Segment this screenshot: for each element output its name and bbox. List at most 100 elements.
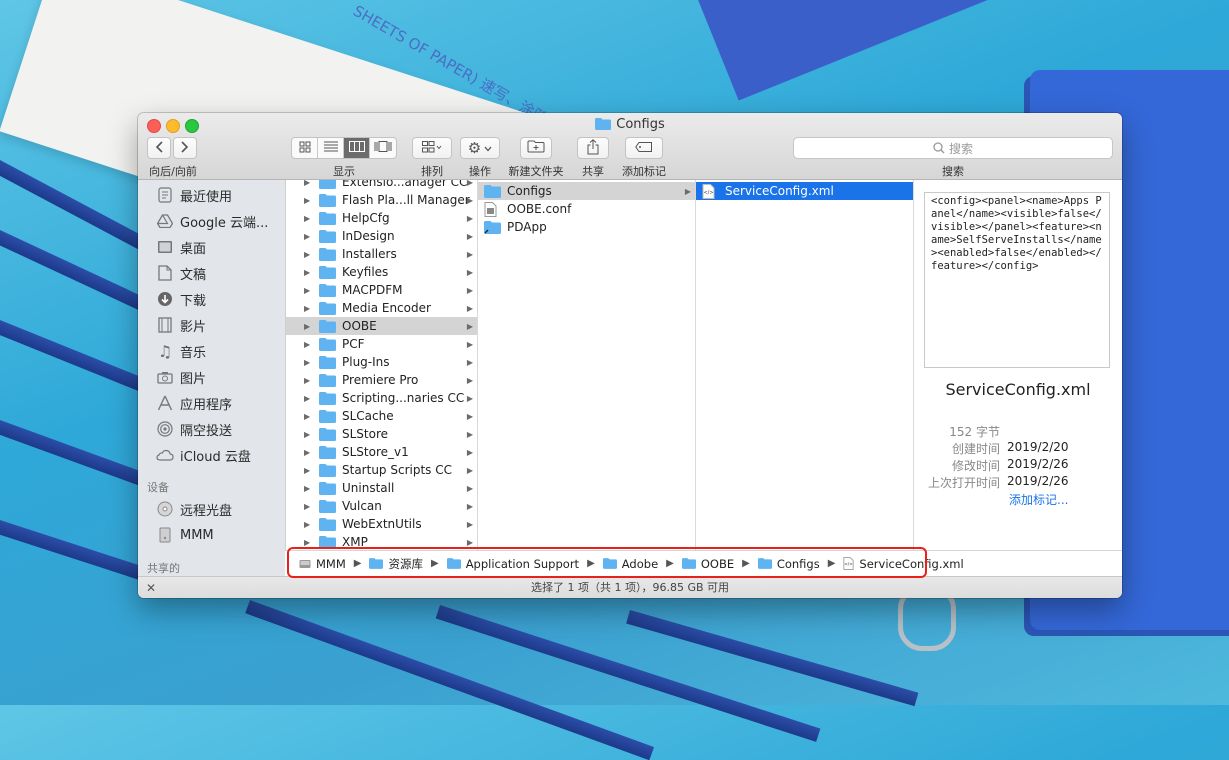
expand-arrow-icon: ▶ [304, 483, 311, 493]
list-item-label: Vulcan [342, 499, 382, 513]
desktop-icon [156, 238, 174, 256]
list-view-button[interactable] [318, 138, 344, 158]
list-item-selected[interactable]: ▶ OOBE ▶ [286, 317, 477, 335]
created-label: 创建时间 [951, 442, 1000, 456]
last-opened-label: 上次打开时间 [927, 476, 1000, 490]
list-item-label: Startup Scripts CC [342, 463, 452, 477]
list-item-label: Scripting...naries CC [342, 391, 465, 405]
forward-button[interactable] [173, 137, 197, 159]
expand-arrow-icon: ▶ [304, 339, 311, 349]
disclosure-arrow-icon: ▶ [466, 393, 473, 403]
list-item[interactable]: ▶ Extensio...anager CC ▶ [286, 180, 477, 191]
list-item[interactable]: ▶ Startup Scripts CC ▶ [286, 461, 477, 479]
background-pencil [245, 600, 655, 760]
add-tag-link[interactable]: 添加标记... [1009, 491, 1068, 508]
disclosure-arrow-icon: ▶ [466, 231, 473, 241]
disclosure-arrow-icon: ▶ [466, 285, 473, 295]
list-item[interactable]: ▶ PCF ▶ [286, 335, 477, 353]
sidebar-item-desktop[interactable]: 桌面 [156, 236, 206, 258]
gear-icon: ⚙ [467, 138, 482, 157]
list-item[interactable]: ▶ WebExtnUtils ▶ [286, 515, 477, 533]
folder-icon [319, 247, 337, 261]
window-title: Configs [138, 117, 1122, 134]
list-item-selected[interactable]: Configs ▶ [478, 182, 695, 200]
sidebar-item-label: 隔空投送 [180, 423, 233, 439]
list-item[interactable]: ▶ SLStore ▶ [286, 425, 477, 443]
sidebar-item-label: 桌面 [180, 241, 207, 257]
pictures-icon [156, 368, 174, 386]
sidebar-item-airdrop[interactable]: 隔空投送 [156, 418, 232, 440]
list-item[interactable]: ▶ Premiere Pro ▶ [286, 371, 477, 389]
list-item[interactable]: ▶ Media Encoder ▶ [286, 299, 477, 317]
recents-icon [156, 186, 174, 204]
search-input[interactable]: 搜索 [793, 137, 1113, 159]
sidebar-item-google-drive[interactable]: Google 云端... [156, 210, 268, 232]
expand-arrow-icon: ▶ [304, 303, 311, 313]
folder-icon [319, 265, 337, 279]
sidebar-item-pictures[interactable]: 图片 [156, 366, 206, 388]
add-tag-button[interactable] [625, 137, 663, 159]
list-item-label: SLStore [342, 427, 389, 441]
sidebar-item-mmm[interactable]: MMM [156, 524, 214, 546]
alias-folder-icon [484, 220, 502, 234]
back-button[interactable] [147, 137, 171, 159]
list-item[interactable]: ▶ Scripting...naries CC ▶ [286, 389, 477, 407]
music-icon: ♫ [157, 341, 173, 361]
list-item[interactable]: PDApp [478, 218, 695, 236]
folder-icon [319, 355, 337, 369]
expand-arrow-icon: ▶ [304, 537, 311, 547]
list-item[interactable]: ▶ Flash Pla...ll Manager ▶ [286, 191, 477, 209]
expand-arrow-icon: ▶ [304, 465, 311, 475]
icloud-icon [156, 446, 174, 464]
list-item[interactable]: ▶ Keyfiles ▶ [286, 263, 477, 281]
view-label: 显示 [333, 165, 355, 178]
expand-arrow-icon: ▶ [304, 501, 311, 511]
search-icon [933, 142, 945, 154]
list-item[interactable]: ▶ MACPDFM ▶ [286, 281, 477, 299]
share-button[interactable] [577, 137, 609, 159]
list-item[interactable]: ▶ Uninstall ▶ [286, 479, 477, 497]
arrange-button[interactable] [412, 137, 452, 159]
list-item[interactable]: ▶ HelpCfg ▶ [286, 209, 477, 227]
list-item[interactable]: ▶ Vulcan ▶ [286, 497, 477, 515]
disclosure-arrow-icon: ▶ [466, 357, 473, 367]
expand-arrow-icon: ▶ [304, 411, 311, 421]
sidebar-item-icloud[interactable]: iCloud 云盘 [156, 444, 251, 466]
window-title-text: Configs [616, 117, 665, 132]
list-item-selected[interactable]: </> ServiceConfig.xml [696, 182, 913, 200]
column-view-button[interactable] [344, 138, 370, 158]
list-item[interactable]: ▶ InDesign ▶ [286, 227, 477, 245]
sidebar-item-remote-disc[interactable]: 远程光盘 [156, 498, 232, 520]
collapse-icon[interactable]: ✕ [146, 577, 156, 598]
sidebar-item-applications[interactable]: 应用程序 [156, 392, 232, 414]
sidebar-item-label: 影片 [180, 319, 207, 335]
file-content-preview: <config><panel><name>Apps Panel</name><v… [924, 192, 1110, 368]
sidebar-item-documents[interactable]: 文稿 [156, 262, 206, 284]
expand-arrow-icon: ▶ [304, 321, 311, 331]
disclosure-arrow-icon: ▶ [466, 303, 473, 313]
sidebar-item-movies[interactable]: 影片 [156, 314, 206, 336]
list-item-label: Media Encoder [342, 301, 431, 315]
share-icon [586, 138, 600, 158]
list-item[interactable]: OOBE.conf [478, 200, 695, 218]
sidebar-item-recents[interactable]: 最近使用 [156, 184, 232, 206]
new-folder-button[interactable] [520, 137, 552, 159]
sidebar-item-music[interactable]: ♫ 音乐 [156, 340, 206, 362]
conf-file-icon [484, 201, 502, 217]
list-item[interactable]: ▶ SLStore_v1 ▶ [286, 443, 477, 461]
sidebar-item-downloads[interactable]: 下载 [156, 288, 206, 310]
list-item[interactable]: ▶ Plug-Ins ▶ [286, 353, 477, 371]
list-item-label: SLStore_v1 [342, 445, 409, 459]
list-item[interactable]: ▶ Installers ▶ [286, 245, 477, 263]
list-item[interactable]: ▶ SLCache ▶ [286, 407, 477, 425]
background-blue-book [690, 0, 1054, 101]
view-mode-segment[interactable] [291, 137, 397, 159]
action-button[interactable]: ⚙ [460, 137, 500, 159]
disclosure-arrow-icon: ▶ [466, 321, 473, 331]
modified-value: 2019/2/26 [1007, 457, 1069, 471]
disclosure-arrow-icon: ▶ [466, 537, 473, 547]
gallery-icon [374, 141, 392, 155]
chevron-right-icon [181, 140, 189, 156]
gallery-view-button[interactable] [370, 138, 396, 158]
icon-view-button[interactable] [292, 138, 318, 158]
